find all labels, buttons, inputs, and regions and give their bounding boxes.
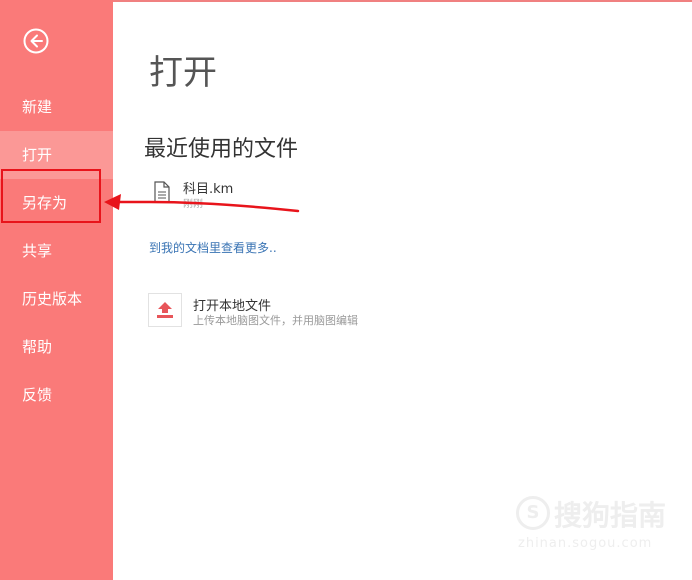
recent-files-title: 最近使用的文件 — [144, 137, 299, 162]
sogou-logo-icon: S — [516, 496, 550, 530]
open-local-file-button[interactable]: 打开本地文件 上传本地脑图文件，并用脑图编辑 — [148, 293, 408, 329]
back-button[interactable] — [23, 28, 49, 54]
sidebar-item-history[interactable]: 历史版本 — [0, 275, 113, 323]
watermark-text: 搜狗指南 — [554, 499, 667, 532]
open-local-description: 上传本地脑图文件，并用脑图编辑 — [193, 314, 358, 327]
top-border — [113, 0, 692, 2]
app-window: 新建 打开 另存为 共享 历史版本 帮助 反馈 打开 最近使用的文件 科目.km… — [0, 0, 692, 580]
upload-icon — [148, 293, 182, 327]
view-more-link[interactable]: 到我的文档里查看更多.. — [149, 239, 277, 256]
recent-file-time: 刚刚 — [183, 199, 203, 210]
sidebar-item-share[interactable]: 共享 — [0, 227, 113, 275]
sidebar-item-new[interactable]: 新建 — [0, 83, 113, 131]
watermark: S 搜狗指南 zhinan.sogou.com — [516, 494, 676, 554]
arrow-left-circle-icon — [23, 28, 49, 54]
watermark-url: zhinan.sogou.com — [518, 536, 653, 551]
document-icon — [154, 181, 170, 203]
recent-file-item[interactable]: 科目.km 刚刚 — [150, 178, 310, 212]
sidebar: 新建 打开 另存为 共享 历史版本 帮助 反馈 — [0, 0, 113, 580]
annotation-highlight-box — [1, 169, 101, 223]
sidebar-item-help[interactable]: 帮助 — [0, 323, 113, 371]
page-title: 打开 — [149, 53, 217, 93]
sidebar-item-feedback[interactable]: 反馈 — [0, 371, 113, 419]
